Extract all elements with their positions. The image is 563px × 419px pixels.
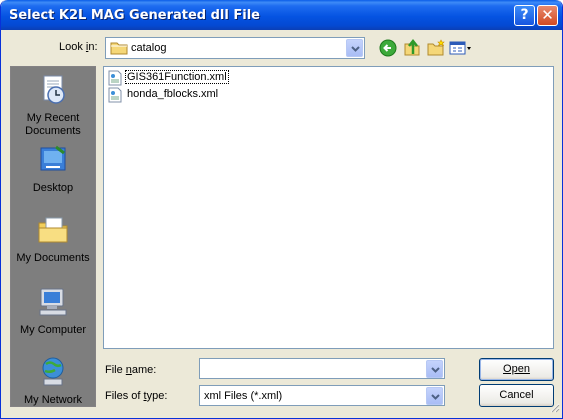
chevron-down-icon[interactable]: [426, 360, 443, 378]
xml-file-icon: [107, 87, 123, 106]
place-my-documents[interactable]: My Documents: [11, 213, 95, 265]
chevron-down-icon[interactable]: [346, 39, 363, 57]
up-folder-icon[interactable]: [402, 38, 422, 58]
close-button[interactable]: ✕: [537, 5, 558, 26]
cancel-button[interactable]: Cancel: [479, 384, 554, 407]
places-bar: My Recent Documents Desktop My Documents…: [10, 66, 96, 407]
place-my-computer[interactable]: My Computer: [11, 285, 95, 337]
file-name: honda_fblocks.xml: [127, 88, 219, 100]
place-my-network[interactable]: My Network: [11, 355, 95, 407]
back-icon[interactable]: [378, 38, 398, 58]
views-menu-icon[interactable]: [448, 38, 474, 58]
file-list[interactable]: GIS361Function.xml honda_fblocks.xml: [103, 66, 554, 349]
look-in-combo[interactable]: catalog: [105, 37, 365, 59]
open-button-label: Open: [503, 363, 530, 375]
my-computer-icon: [11, 285, 95, 322]
place-label: My Recent Documents: [25, 112, 81, 137]
file-type-value: xml Files (*.xml): [204, 390, 283, 402]
dialog-window: Select K2L MAG Generated dll File ? ✕ Lo…: [0, 0, 563, 419]
file-name-label: File name:: [105, 364, 157, 376]
open-button[interactable]: Open: [479, 358, 554, 381]
file-name-combo[interactable]: [199, 358, 445, 379]
my-network-icon: [11, 355, 95, 392]
help-button[interactable]: ?: [514, 5, 535, 26]
chevron-down-icon[interactable]: [426, 387, 443, 405]
place-label: My Computer: [19, 324, 87, 336]
place-label: Desktop: [32, 182, 74, 194]
place-my-recent-documents[interactable]: My Recent Documents: [11, 73, 95, 138]
my-documents-icon: [11, 213, 95, 250]
file-name: GIS361Function.xml: [125, 70, 229, 84]
place-label: My Network: [23, 394, 83, 406]
desktop-icon: [11, 143, 95, 180]
look-in-label: Look in:: [59, 41, 98, 53]
window-title: Select K2L MAG Generated dll File: [9, 8, 260, 23]
place-label: My Documents: [16, 252, 90, 264]
file-type-select[interactable]: xml Files (*.xml): [199, 385, 445, 406]
look-in-value: catalog: [131, 42, 167, 54]
recent-documents-icon: [11, 73, 95, 110]
title-bar[interactable]: Select K2L MAG Generated dll File ? ✕: [1, 0, 562, 30]
file-type-label: Files of type:: [105, 390, 168, 402]
new-folder-icon[interactable]: [426, 38, 446, 58]
resize-grip-icon[interactable]: [548, 401, 560, 416]
place-desktop[interactable]: Desktop: [11, 143, 95, 195]
folder-icon: [110, 41, 128, 58]
